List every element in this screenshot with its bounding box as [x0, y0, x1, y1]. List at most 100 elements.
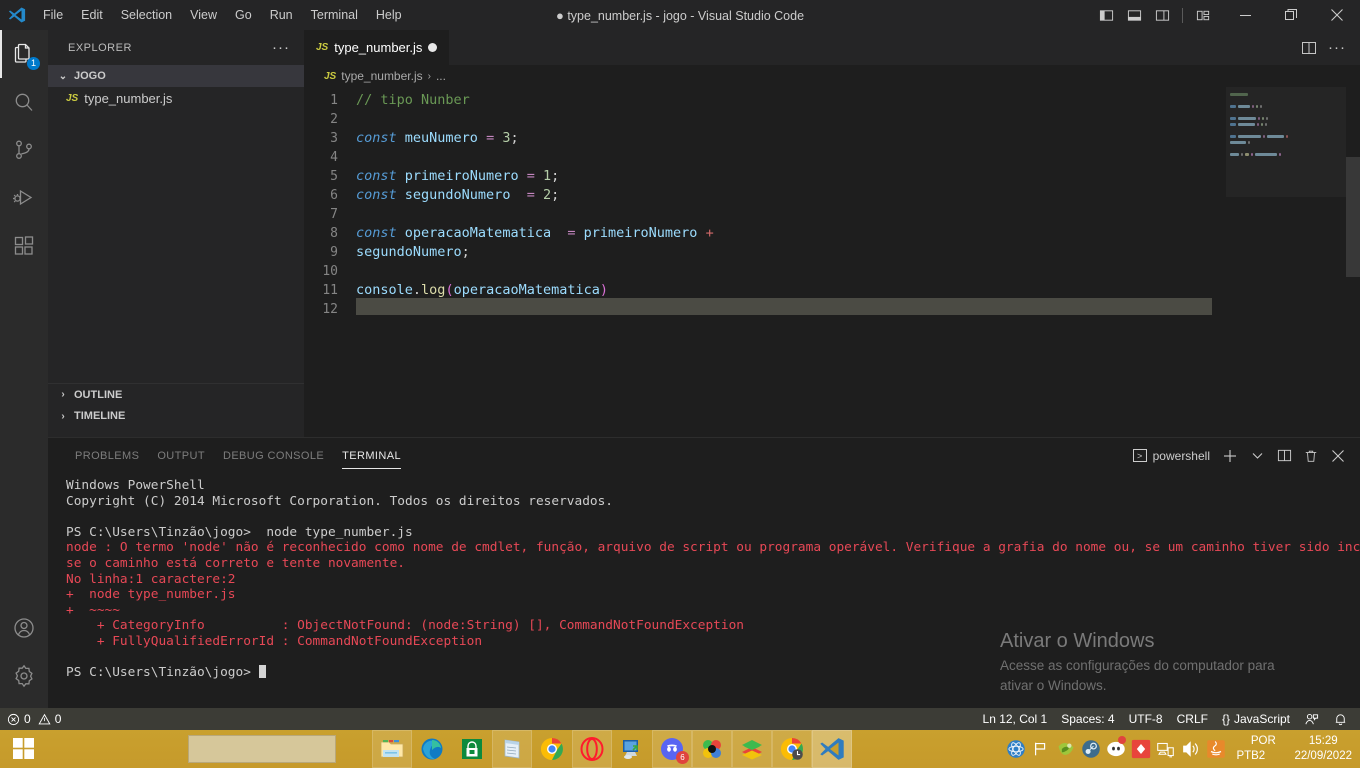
code-line[interactable]: 1 // tipo Nunber — [304, 91, 1360, 110]
sidebar-section-timeline[interactable]: › TIMELINE — [48, 405, 304, 427]
status-notifications-bell-icon[interactable] — [1326, 708, 1360, 730]
taskbar-search-box[interactable] — [188, 735, 336, 763]
minimap[interactable] — [1226, 87, 1346, 435]
bottom-panel: PROBLEMS OUTPUT DEBUG CONSOLE TERMINAL >… — [48, 437, 1360, 708]
taskbar-microsoft-store-icon[interactable] — [452, 730, 492, 768]
toggle-primary-sidebar-icon[interactable] — [1093, 2, 1119, 28]
tab-output[interactable]: OUTPUT — [148, 438, 214, 473]
activity-explorer-icon[interactable]: 1 — [0, 30, 48, 78]
menu-help[interactable]: Help — [367, 4, 411, 26]
toggle-panel-icon[interactable] — [1121, 2, 1147, 28]
code-line[interactable]: 2 — [304, 110, 1360, 129]
status-encoding[interactable]: UTF-8 — [1122, 708, 1170, 730]
minimap-slider[interactable] — [1226, 87, 1346, 197]
braces-icon: {} — [1221, 712, 1230, 726]
menu-run[interactable]: Run — [261, 4, 302, 26]
taskbar-file-explorer-icon[interactable] — [372, 730, 412, 768]
taskbar-bluestacks-icon[interactable] — [732, 730, 772, 768]
close-panel-icon[interactable] — [1326, 444, 1350, 468]
code-token: console — [356, 282, 413, 298]
code-token: + — [705, 225, 714, 241]
chevron-down-icon[interactable] — [1245, 444, 1269, 468]
tray-flag-icon[interactable] — [1028, 730, 1053, 768]
sidebar-more-actions-icon[interactable]: ··· — [272, 39, 290, 56]
taskbar-opera-icon[interactable] — [572, 730, 612, 768]
panel-tab-bar: PROBLEMS OUTPUT DEBUG CONSOLE TERMINAL >… — [48, 438, 1360, 473]
status-feedback-icon[interactable] — [1297, 708, 1326, 730]
tray-network-icon[interactable] — [1153, 730, 1178, 768]
toggle-secondary-sidebar-icon[interactable] — [1149, 2, 1175, 28]
window-maximize-button[interactable] — [1268, 0, 1314, 30]
tab-type-number-js[interactable]: JS type_number.js — [304, 30, 451, 65]
code-line[interactable]: 12 — [304, 298, 1360, 319]
window-minimize-button[interactable] — [1222, 0, 1268, 30]
taskbar-microsoft-edge-icon[interactable] — [412, 730, 452, 768]
tray-winrar-icon[interactable] — [1053, 730, 1078, 768]
breadcrumb-file[interactable]: type_number.js — [341, 69, 422, 83]
status-language-mode[interactable]: {} JavaScript — [1215, 708, 1297, 730]
activity-run-debug-icon[interactable] — [0, 174, 48, 222]
menu-go[interactable]: Go — [226, 4, 261, 26]
menu-view[interactable]: View — [181, 4, 226, 26]
editor-more-actions-icon[interactable]: ··· — [1324, 35, 1350, 61]
code-line[interactable]: 6 const segundoNumero = 2; — [304, 186, 1360, 205]
taskbar-google-chrome-icon[interactable] — [532, 730, 572, 768]
sidebar-section-outline[interactable]: › OUTLINE — [48, 383, 304, 405]
tab-debug-console[interactable]: DEBUG CONSOLE — [214, 438, 333, 473]
terminal-shell-selector[interactable]: > powershell — [1128, 449, 1215, 463]
taskbar-xmind-icon[interactable] — [692, 730, 732, 768]
taskbar-remote-desktop-icon[interactable] — [612, 730, 652, 768]
tray-steam-icon[interactable] — [1078, 730, 1103, 768]
split-editor-icon[interactable] — [1296, 35, 1322, 61]
status-problems[interactable]: 0 0 — [0, 708, 68, 730]
file-item-type-number-js[interactable]: JS type_number.js — [48, 87, 304, 109]
menu-terminal[interactable]: Terminal — [302, 4, 367, 26]
start-button[interactable] — [0, 730, 48, 768]
window-close-button[interactable] — [1314, 0, 1360, 30]
kill-terminal-trash-icon[interactable] — [1299, 444, 1323, 468]
new-terminal-icon[interactable] — [1218, 444, 1242, 468]
tab-terminal[interactable]: TERMINAL — [333, 438, 410, 473]
tray-discord-icon[interactable] — [1103, 730, 1128, 768]
folder-jogo[interactable]: ⌄ JOGO — [48, 65, 304, 87]
taskbar-vscode-icon[interactable] — [812, 730, 852, 768]
tray-java-icon[interactable] — [1203, 730, 1228, 768]
status-bar: 0 0 Ln 12, Col 1 Spaces: 4 UTF-8 CRLF {}… — [0, 708, 1360, 730]
status-eol[interactable]: CRLF — [1170, 708, 1215, 730]
activity-settings-gear-icon[interactable] — [0, 652, 48, 700]
status-indentation[interactable]: Spaces: 4 — [1054, 708, 1121, 730]
breadcrumb-rest[interactable]: ... — [436, 69, 446, 83]
tray-volume-icon[interactable] — [1178, 730, 1203, 768]
code-line[interactable]: 8 const operacaoMatematica = primeiroNume… — [304, 224, 1360, 243]
tab-problems[interactable]: PROBLEMS — [66, 438, 148, 473]
tab-dirty-indicator[interactable] — [428, 43, 438, 52]
tray-react-devtools-icon[interactable] — [1003, 730, 1028, 768]
activity-extensions-icon[interactable] — [0, 222, 48, 270]
title-bar-right — [1093, 0, 1360, 30]
code-line[interactable]: 4 — [304, 148, 1360, 167]
code-line[interactable]: 5 const primeiroNumero = 1; — [304, 167, 1360, 186]
status-cursor-position[interactable]: Ln 12, Col 1 — [976, 708, 1055, 730]
terminal-output[interactable]: Windows PowerShell Copyright (C) 2014 Mic… — [48, 478, 1360, 708]
activity-accounts-icon[interactable] — [0, 604, 48, 652]
tray-red-app-icon[interactable] — [1128, 730, 1153, 768]
menu-edit[interactable]: Edit — [72, 4, 112, 26]
activity-source-control-icon[interactable] — [0, 126, 48, 174]
taskbar-clock-language[interactable]: POR 15:29 PTB2 22/09/2022 — [1228, 730, 1360, 768]
taskbar-discord-icon[interactable]: 6 — [652, 730, 692, 768]
split-terminal-icon[interactable] — [1272, 444, 1296, 468]
code-editor[interactable]: 1// tipo Nunber 2 3 const meuNumero = 3; 4 5 c… — [304, 87, 1360, 435]
terminal-line: + node type_number.js — [66, 587, 236, 603]
customize-layout-icon[interactable] — [1190, 2, 1216, 28]
code-line[interactable]: 9 segundoNumero; — [304, 243, 1360, 262]
code-line[interactable]: 10 — [304, 262, 1360, 281]
code-line[interactable]: 7 — [304, 205, 1360, 224]
menu-selection[interactable]: Selection — [112, 4, 181, 26]
breadcrumb-separator-icon: › — [427, 70, 431, 82]
editor-scrollbar[interactable] — [1346, 157, 1360, 277]
activity-search-icon[interactable] — [0, 78, 48, 126]
taskbar-chrome-secondary-icon[interactable] — [772, 730, 812, 768]
taskbar-notepad-icon[interactable] — [492, 730, 532, 768]
menu-file[interactable]: File — [34, 4, 72, 26]
code-line[interactable]: 3 const meuNumero = 3; — [304, 129, 1360, 148]
